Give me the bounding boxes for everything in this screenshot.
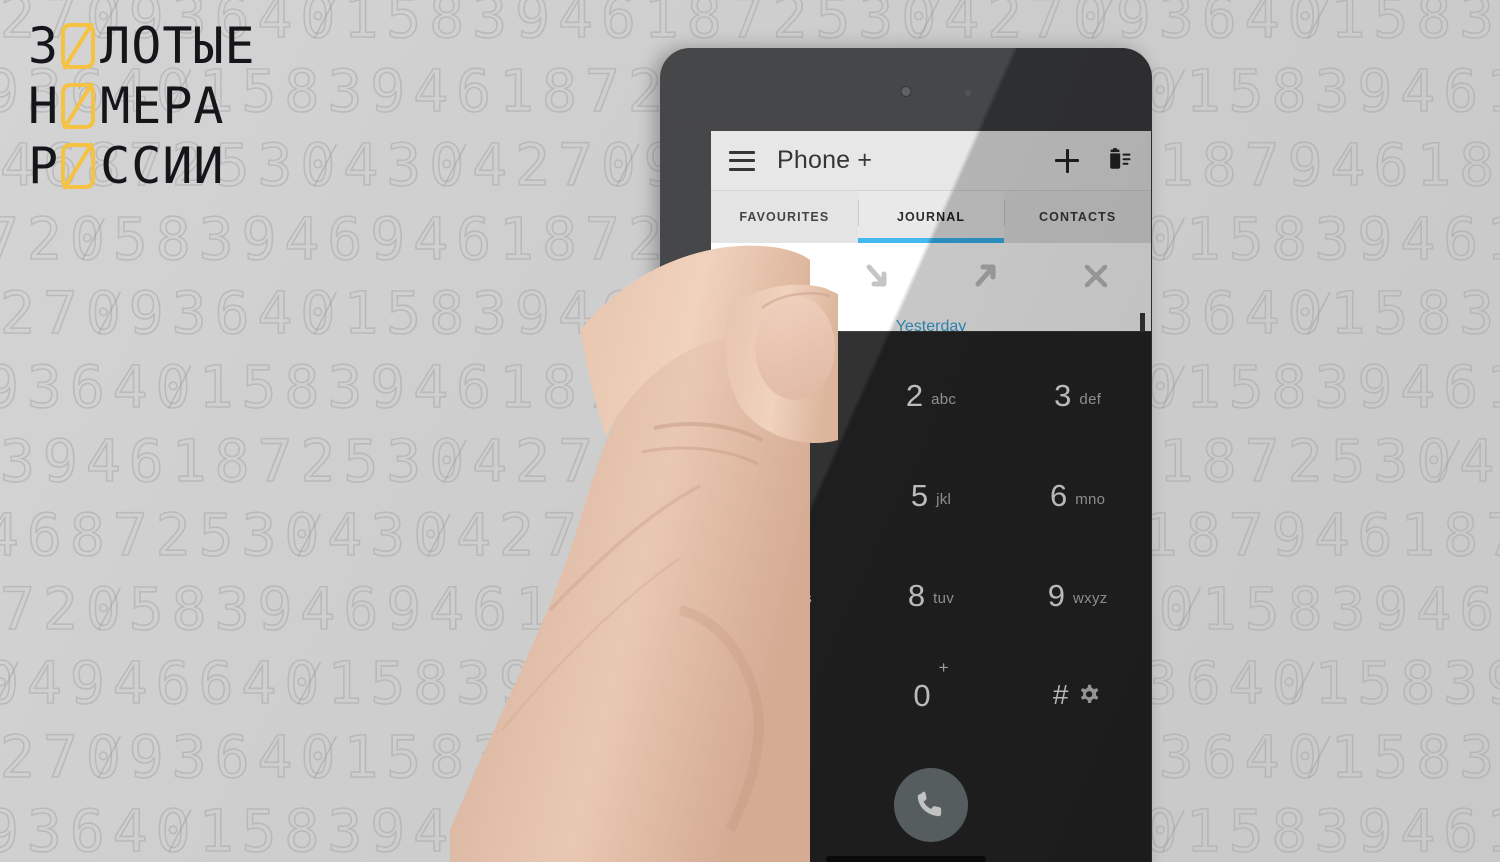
tab-label: CONTACTS: [1039, 210, 1117, 224]
front-camera-icon: [900, 86, 912, 97]
dialpad-key-1[interactable]: 1: [711, 346, 858, 446]
key-digit: 5: [910, 478, 929, 514]
key-digit: 9: [1047, 577, 1066, 613]
logo-text-3: ССИИ: [100, 137, 225, 195]
key-plus-superscript: +: [938, 658, 949, 678]
logo-letter-z: З: [28, 17, 60, 75]
key-letters: jkl: [936, 490, 952, 508]
key-digit: 7: [756, 577, 774, 613]
key-letters: wxyz: [1073, 590, 1108, 608]
dialpad-row-4: ✻ 0 + #: [711, 645, 1151, 745]
dialpad-key-0[interactable]: 0 +: [858, 645, 1005, 745]
close-x-icon: [1084, 264, 1108, 288]
logo-line-2: Н МЕРА: [28, 78, 256, 134]
key-hash: #: [1052, 679, 1069, 711]
home-indicator: [826, 856, 986, 862]
dialpad-key-9[interactable]: 9 wxyz: [1004, 546, 1151, 646]
phone-device: Phone + FAVOURITES JOURNAL CONTACTS Yest…: [660, 48, 1152, 862]
key-letters: pqrs: [781, 590, 813, 608]
key-digit: 8: [907, 577, 926, 613]
key-digit: 6: [1050, 478, 1068, 514]
tab-bar: FAVOURITES JOURNAL CONTACTS: [711, 191, 1151, 243]
logo-slashed-zero-icon: [61, 22, 96, 70]
logo-letter-r: Р: [28, 137, 60, 195]
power-button[interactable]: [660, 298, 663, 360]
logo-slashed-zero-icon: [61, 82, 96, 130]
call-filter-bar: [711, 243, 1151, 309]
dialpad-key-8[interactable]: 8 tuv: [858, 546, 1005, 646]
key-digit: 4: [761, 478, 779, 514]
tab-contacts[interactable]: CONTACTS: [1004, 191, 1151, 243]
phone-handset-icon: [917, 791, 942, 817]
phone-screen: Phone + FAVOURITES JOURNAL CONTACTS Yest…: [711, 131, 1151, 862]
logo-slashed-zero-icon: [61, 142, 96, 190]
logo-line-1: З ЛОТЫЕ: [28, 18, 256, 74]
app-title: Phone +: [777, 146, 873, 174]
missed-calls-filter[interactable]: [1041, 260, 1151, 292]
logo-text-2: МЕРА: [100, 77, 225, 135]
voicemail-icon: [783, 382, 811, 410]
proximity-sensor-icon: [965, 90, 972, 96]
logo-line-3: Р ССИИ: [28, 138, 256, 194]
dialpad-key-6[interactable]: 6 mno: [1004, 446, 1151, 546]
key-star: ✻: [770, 678, 799, 717]
hamburger-menu-icon[interactable]: [729, 150, 755, 171]
call-button-row: [711, 745, 1151, 862]
outgoing-calls-filter[interactable]: [931, 259, 1041, 293]
key-letters: ghi: [786, 490, 808, 508]
tab-label: FAVOURITES: [739, 210, 830, 224]
arrow-up-right-icon: [975, 264, 996, 287]
logo-text-1: ЛОТЫЕ: [100, 17, 256, 75]
dialpad: 1 2 abc 3 def 4 ghi 5 jkl 6 mno 7 pqrs 8…: [711, 331, 1151, 862]
app-bar-actions: [1055, 147, 1133, 174]
dialpad-key-3[interactable]: 3 def: [1004, 346, 1151, 446]
plus-icon[interactable]: [1055, 148, 1079, 173]
incoming-calls-filter[interactable]: [821, 259, 931, 293]
brand-logo: З ЛОТЫЕ Н МЕРА Р ССИИ: [28, 18, 256, 198]
dialpad-key-7[interactable]: 7 pqrs: [711, 546, 858, 646]
key-digit: 0: [913, 677, 931, 713]
key-digit: 3: [1054, 378, 1072, 414]
up-down-arrows-icon: [748, 260, 781, 293]
dialpad-row-1: 1 2 abc 3 def: [711, 346, 1151, 446]
trash-icon[interactable]: [1107, 147, 1133, 174]
tab-favourites[interactable]: FAVOURITES: [711, 191, 858, 243]
key-letters: mno: [1075, 490, 1106, 508]
dialpad-keys: 1 2 abc 3 def 4 ghi 5 jkl 6 mno 7 pqrs 8…: [711, 332, 1151, 745]
dialpad-key-hash[interactable]: #: [1004, 645, 1151, 745]
logo-letter-n: Н: [28, 77, 60, 135]
all-calls-filter[interactable]: [711, 259, 821, 293]
key-letters: tuv: [933, 590, 955, 608]
key-digit: 2: [905, 378, 924, 414]
arrow-down-right-icon: [866, 264, 887, 287]
dialpad-key-5[interactable]: 5 jkl: [858, 446, 1005, 546]
key-digit: 1: [757, 378, 775, 414]
screenshot-canvas: 2709364015839461872530427093640158394618…: [0, 0, 1500, 862]
tab-journal[interactable]: JOURNAL: [857, 191, 1005, 243]
dialpad-key-star[interactable]: ✻: [711, 645, 858, 745]
gear-icon[interactable]: [1076, 679, 1102, 712]
dialpad-row-3: 7 pqrs 8 tuv 9 wxyz: [711, 546, 1151, 646]
dialpad-key-4[interactable]: 4 ghi: [711, 446, 858, 546]
app-bar: Phone +: [711, 131, 1151, 191]
call-button[interactable]: [894, 768, 968, 842]
key-letters: abc: [931, 390, 957, 408]
tab-label: JOURNAL: [896, 210, 966, 224]
key-letters: def: [1079, 390, 1102, 408]
dialpad-row-2: 4 ghi 5 jkl 6 mno: [711, 446, 1151, 546]
dialpad-key-2[interactable]: 2 abc: [858, 346, 1005, 446]
